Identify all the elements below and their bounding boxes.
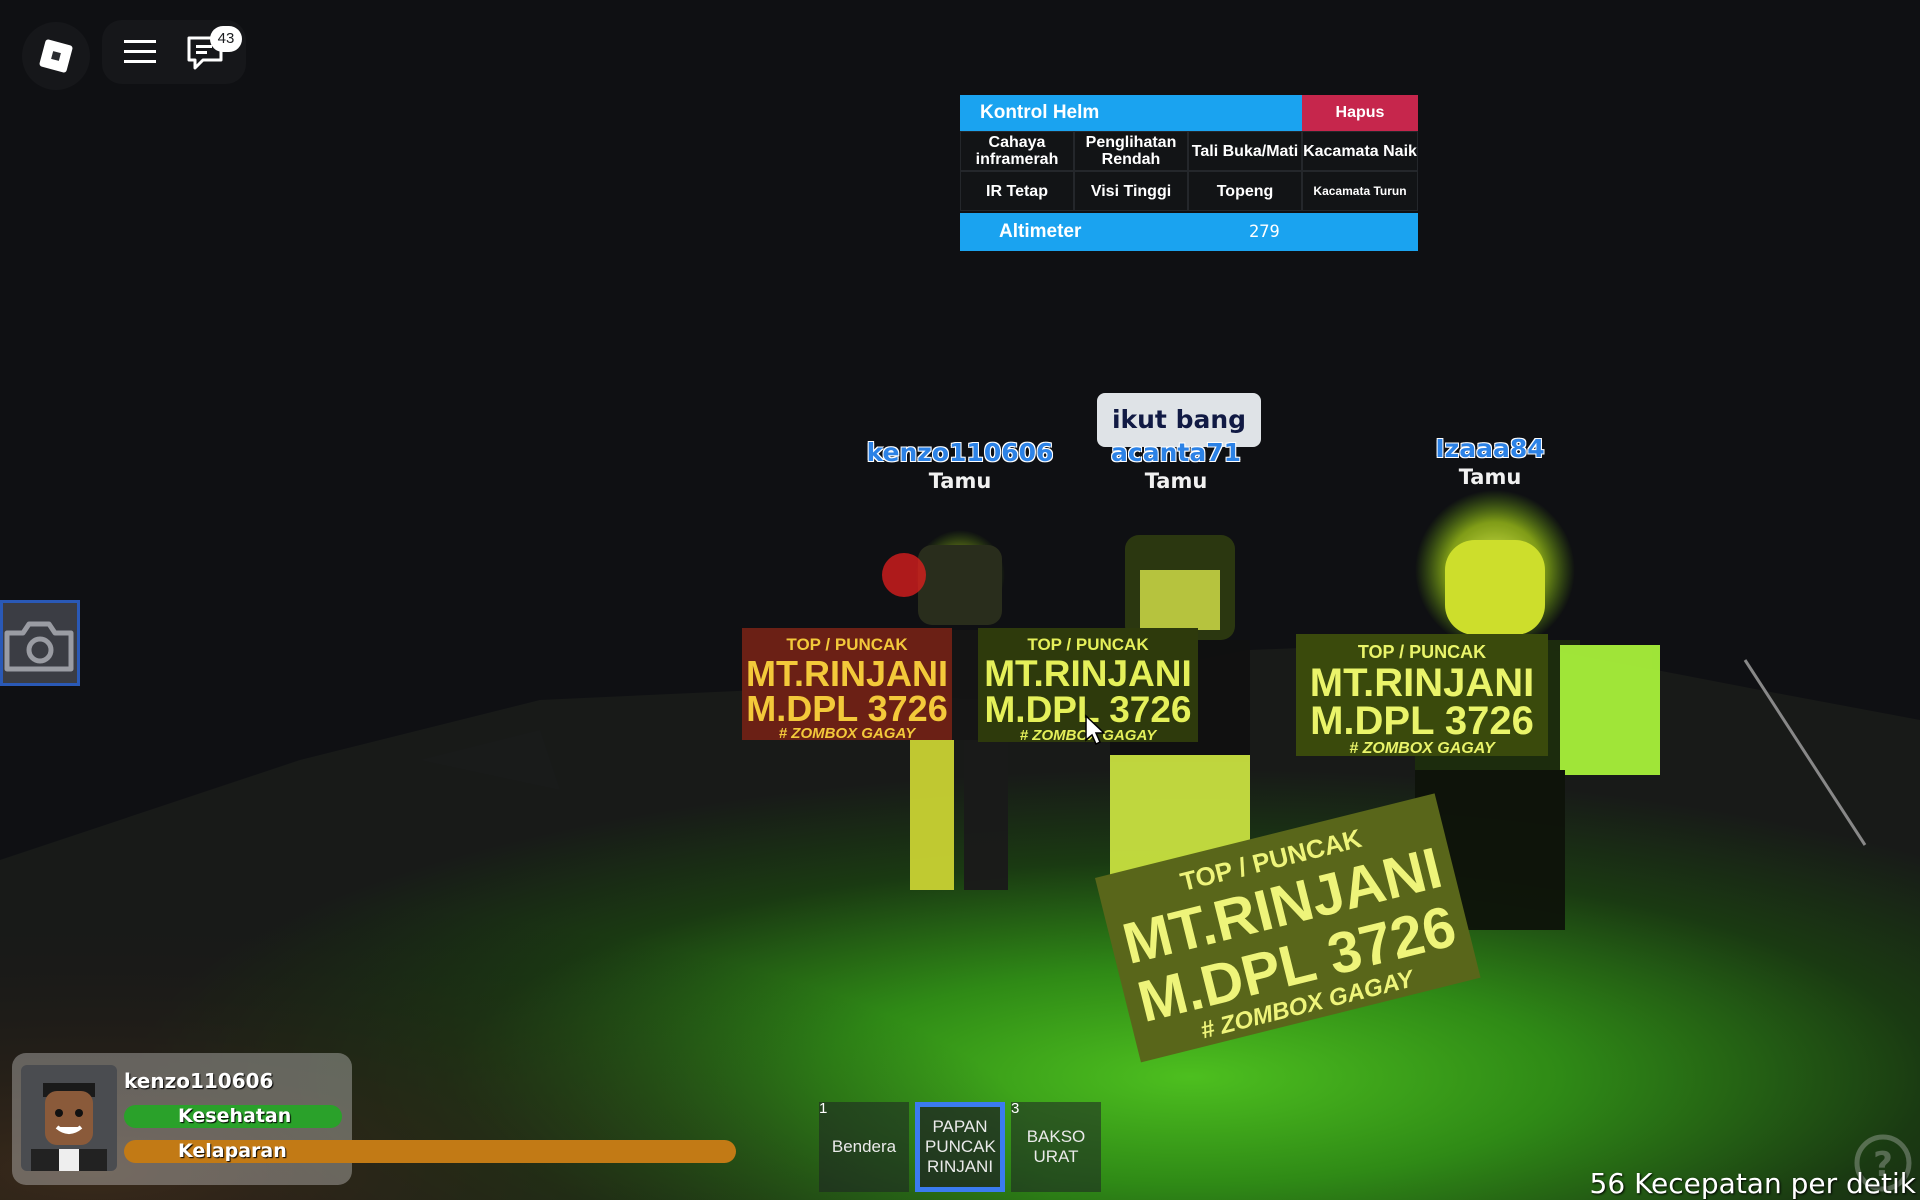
goggles-up-button[interactable]: Kacamata Naik: [1302, 131, 1418, 171]
player-nametag: kenzo110606 Tamu: [850, 438, 1070, 493]
avatar: [21, 1065, 117, 1171]
sign-line1: TOP / PUNCAK: [1358, 642, 1486, 662]
player-role: Tamu: [928, 469, 992, 493]
player-stats-panel: kenzo110606 Kelaparan Kesehatan: [12, 1053, 736, 1185]
roblox-logo-icon: [39, 39, 73, 73]
ir-fixed-button[interactable]: IR Tetap: [960, 171, 1074, 211]
panel-title: Kontrol Helm: [960, 95, 1302, 131]
strap-toggle-button[interactable]: Tali Buka/Mati: [1188, 131, 1302, 171]
infrared-light-button[interactable]: Cahaya inframerah: [960, 131, 1074, 171]
player-name: Izaaa84: [1435, 434, 1545, 463]
sign-line3: M.DPL 3726: [1310, 699, 1534, 743]
sign-line4: # ZOMBOX GAGAY: [779, 725, 917, 742]
high-vision-button[interactable]: Visi Tinggi: [1074, 171, 1188, 211]
player-nametag: Izaaa84 Tamu: [1380, 434, 1600, 489]
health-bar: Kesehatan: [124, 1105, 342, 1128]
player-name: acanta71: [1111, 438, 1241, 467]
player-role: Tamu: [1458, 465, 1522, 489]
slot-number: 1: [819, 1100, 828, 1117]
hotbar-slot-3[interactable]: 3 BAKSO URAT: [1011, 1100, 1101, 1192]
chat-unread-badge: 43: [210, 26, 242, 52]
hunger-bar: Kelaparan: [124, 1140, 736, 1163]
stats-player-name: kenzo110606: [124, 1069, 274, 1093]
camera-icon: [4, 621, 74, 672]
slot-label: PAPAN PUNCAK RINJANI: [925, 1117, 996, 1176]
sign-line4: # ZOMBOX GAGAY: [1349, 740, 1496, 757]
sign-line1: TOP / PUNCAK: [1027, 635, 1149, 654]
goggles-down-button[interactable]: Kacamata Turun: [1302, 171, 1418, 211]
slot-label: Bendera: [831, 1137, 897, 1156]
slot-label: BAKSO URAT: [1026, 1127, 1086, 1166]
speed-readout: 56 Kecepatan per detik: [1589, 1167, 1916, 1200]
altimeter-label: Altimeter: [999, 221, 1082, 242]
sign-line3: M.DPL 3726: [746, 688, 947, 729]
altimeter-value: 279: [1249, 222, 1280, 242]
low-vision-button[interactable]: Penglihatan Rendah: [1074, 131, 1188, 171]
hotbar-slot-1[interactable]: 1 Bendera: [819, 1100, 909, 1192]
roblox-menu-button[interactable]: [22, 22, 90, 90]
hotbar-slot-2[interactable]: PAPAN PUNCAK RINJANI: [915, 1102, 1005, 1192]
slot-number: 3: [1011, 1100, 1020, 1117]
helmet-button-grid: Cahaya inframerah Penglihatan Rendah Tal…: [960, 131, 1418, 211]
player-role: Tamu: [1144, 469, 1208, 493]
hamburger-menu-icon[interactable]: [124, 38, 156, 66]
player-nametag: acanta71 Tamu: [1066, 438, 1286, 493]
mask-button[interactable]: Topeng: [1188, 171, 1302, 211]
sign-line2: MT.RINJANI: [984, 653, 1192, 694]
camera-button[interactable]: [0, 600, 80, 686]
top-menu-group: 43: [102, 20, 246, 84]
altimeter-bar: Altimeter 279: [960, 213, 1418, 251]
sign-line1: TOP / PUNCAK: [786, 635, 908, 654]
delete-button[interactable]: Hapus: [1302, 95, 1418, 131]
player-name: kenzo110606: [866, 438, 1054, 467]
helmet-control-panel: Kontrol Helm Hapus Cahaya inframerah Pen…: [960, 95, 1418, 251]
